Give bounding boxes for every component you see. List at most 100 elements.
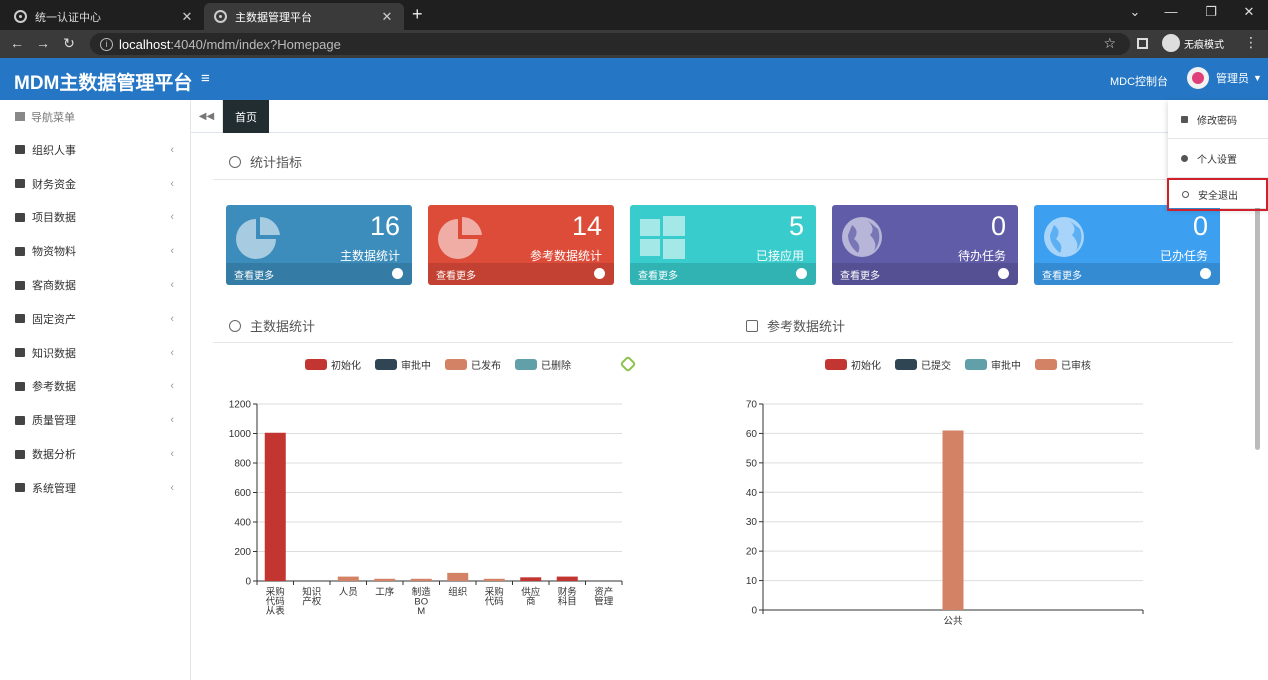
sidebar-item[interactable]: 数据分析 ‹ [0,437,190,471]
star-icon[interactable]: ☆ [1103,35,1116,52]
card-icon [15,179,25,189]
lock-icon [746,319,758,332]
chevron-left-icon: ‹ [170,346,174,359]
url-input[interactable]: i localhost:4040/mdm/index?Homepage ☆ [90,33,1130,55]
sidebar-item[interactable]: 项目数据 ‹ [0,201,190,235]
sidebar-item[interactable]: 财务资金 ‹ [0,167,190,201]
window-close-button[interactable]: ✕ [1234,4,1264,20]
new-tab-button[interactable]: + [412,4,423,24]
y-tick-label: 200 [234,547,251,558]
chevron-left-icon: ‹ [170,211,174,224]
grid-icon [15,112,25,121]
maximize-button[interactable]: ❐ [1196,4,1226,20]
legend-swatch [375,359,397,370]
sidebar-item[interactable]: 参考数据 ‹ [0,370,190,404]
stat-more-link[interactable]: 查看更多 [428,263,614,285]
personal-settings-item[interactable]: 个人设置 [1168,139,1268,177]
sidebar-item[interactable]: 质量管理 ‹ [0,403,190,437]
stat-more-label: 查看更多 [840,270,880,282]
tabs-scroll-left-button[interactable]: ◀◀ [191,100,223,133]
tab-home[interactable]: 首页 [223,100,269,133]
legend-label: 审批中 [991,361,1021,372]
legend-item[interactable]: 初始化 [825,357,881,372]
sidebar-item[interactable]: 知识数据 ‹ [0,336,190,370]
side-panel-icon[interactable] [1137,38,1148,49]
x-tick-label: M [417,606,425,617]
console-link[interactable]: MDC控制台 [1110,73,1168,89]
sidebar-item-label: 组织人事 [32,144,76,157]
arrow-circle-right-icon [392,268,403,279]
chevron-left-icon: ‹ [170,279,174,292]
stat-box[interactable]: 0 已办任务 查看更多 [1034,205,1220,285]
stat-box[interactable]: 16 主数据统计 查看更多 [226,205,412,285]
close-icon[interactable]: ✕ [180,9,194,25]
stat-label: 已办任务 [1159,249,1208,263]
reload-button[interactable]: ↻ [60,35,78,52]
x-tick-label: 科目 [558,596,577,608]
brand-title[interactable]: MDM主数据管理平台 [14,68,192,95]
stat-label: 已接应用 [755,249,804,263]
browser-tab-active[interactable]: 主数据管理平台 ✕ [204,3,404,30]
menu-item-label: 个人设置 [1197,154,1237,166]
stat-box[interactable]: 0 待办任务 查看更多 [832,205,1018,285]
balance-scale-icon [229,155,241,168]
close-icon[interactable]: ✕ [380,9,394,25]
legend-item[interactable]: 已提交 [895,357,951,372]
bar [483,578,505,581]
stat-more-link[interactable]: 查看更多 [226,263,412,285]
stat-box[interactable]: 5 已接应用 查看更多 [630,205,816,285]
menu-toggle-icon[interactable]: ≡ [201,70,210,87]
windows-icon [638,215,686,259]
stat-more-link[interactable]: 查看更多 [630,263,816,285]
sidebar-item-label: 系统管理 [32,482,76,495]
browser-menu-icon[interactable]: ⋮ [1244,34,1258,51]
y-tick-label: 800 [234,459,251,470]
stat-more-label: 查看更多 [1042,270,1082,282]
y-tick-label: 400 [234,518,251,529]
scrollbar[interactable] [1255,180,1260,450]
legend-item[interactable]: 已删除 [515,357,571,372]
stat-box[interactable]: 14 参考数据统计 查看更多 [428,205,614,285]
legend-label: 初始化 [851,361,881,372]
sidebar-item[interactable]: 物资物料 ‹ [0,234,190,268]
legend-swatch [305,359,327,370]
logout-item[interactable]: 安全退出 [1167,178,1268,211]
chevron-left-icon: ‹ [170,380,174,393]
bar [520,577,542,581]
y-tick-label: 70 [746,400,758,411]
bar [556,576,578,581]
legend-item[interactable]: 已发布 [445,357,501,372]
legend-item[interactable]: 已审核 [1035,357,1091,372]
sidebar-item[interactable]: 客商数据 ‹ [0,268,190,302]
chevron-left-icon: ‹ [170,143,174,156]
y-tick-label: 600 [234,488,251,499]
legend-item[interactable]: 审批中 [375,357,431,372]
sidebar-item-label: 质量管理 [32,415,76,428]
globe-icon [840,215,888,259]
legend-item[interactable]: 初始化 [305,357,361,372]
divider [213,179,1233,180]
stat-more-link[interactable]: 查看更多 [1034,263,1220,285]
x-tick-label: 工序 [375,586,395,598]
x-tick-label: 人员 [339,587,358,598]
sidebar-item[interactable]: 系统管理 ‹ [0,471,190,505]
browser-tab[interactable]: 统一认证中心 ✕ [4,3,204,30]
sidebar-item[interactable]: 固定资产 ‹ [0,302,190,336]
legend-item[interactable]: 审批中 [965,357,1021,372]
stat-value: 0 [990,211,1006,241]
back-button[interactable]: ← [8,35,26,51]
user-menu-toggle[interactable]: 管理员 ▼ [1187,67,1262,89]
info-icon[interactable]: i [100,37,113,51]
chart-toolbox-icon[interactable] [619,355,637,373]
sidebar-item-label: 参考数据 [32,381,76,394]
stats-section-label: 统计指标 [250,155,303,170]
chevron-down-icon[interactable]: ⌄ [1120,4,1150,20]
user-circle-icon [229,319,241,332]
x-tick-label: 从表 [266,605,286,617]
incognito-badge[interactable]: 无痕模式 [1162,34,1224,52]
change-password-item[interactable]: 修改密码 [1168,100,1268,138]
forward-button[interactable]: → [34,35,52,51]
minimize-button[interactable]: — [1156,4,1186,19]
stat-more-link[interactable]: 查看更多 [832,263,1018,285]
sidebar-item[interactable]: 组织人事 ‹ [0,133,190,167]
